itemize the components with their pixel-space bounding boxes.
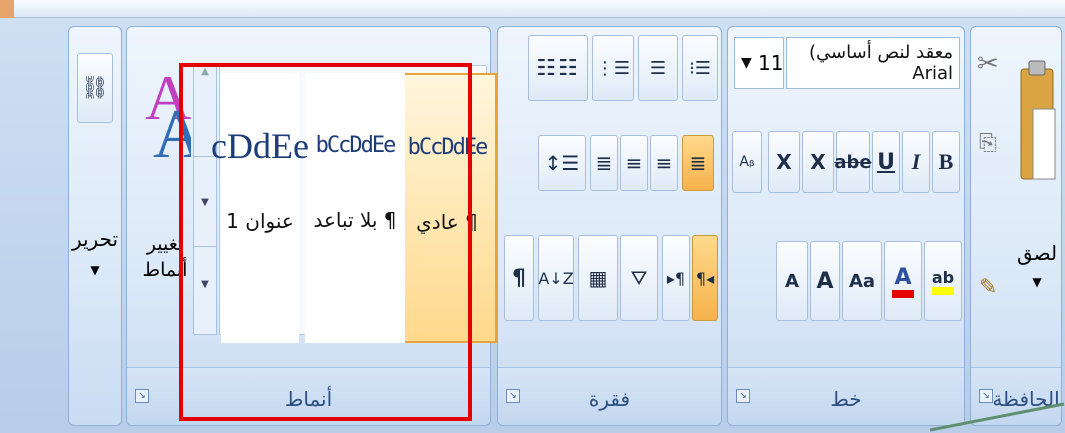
clear-format-icon: Aᵦ	[739, 154, 755, 170]
highlighter-icon: ab	[931, 267, 955, 287]
editing-label[interactable]: تحرير	[69, 227, 121, 251]
underline-button[interactable]: U	[872, 131, 900, 193]
superscript-icon: X	[776, 150, 792, 174]
grow-font-button[interactable]: A	[810, 241, 840, 321]
sort-button[interactable]: A↓Z	[538, 235, 574, 321]
styles-footer: ↘ أنماط	[127, 367, 490, 425]
sort-az-icon: A↓Z	[538, 268, 574, 288]
ltr-icon: ▸¶	[666, 268, 686, 288]
font-footer: ↘ خط	[728, 367, 964, 425]
font-color-button[interactable]: A	[884, 241, 922, 321]
underline-icon: U	[877, 149, 895, 175]
borders-icon: ▦	[588, 266, 608, 290]
numbering-icon: ☰	[649, 57, 667, 79]
align-right-button[interactable]: ≣	[682, 135, 714, 191]
subscript-icon: X	[810, 150, 826, 174]
bold-icon: B	[938, 149, 954, 174]
paragraph-footer: ↘ فقرة	[498, 367, 721, 425]
distributed-icon: ☷☷	[536, 55, 580, 81]
align-left-button[interactable]: ≡	[620, 135, 648, 191]
change-case-icon: Aa	[848, 270, 876, 292]
line-spacing-icon: ↕☰	[544, 151, 580, 175]
ltr-button[interactable]: ▸¶	[662, 235, 690, 321]
style-preview: bCcDdEe	[315, 133, 397, 158]
style-tile-normal[interactable]: bCcDdEe ¶ عادي	[397, 73, 497, 343]
align-right-icon: ≣	[689, 151, 707, 175]
style-preview: cDdEe	[211, 126, 309, 166]
pilcrow-icon: ¶	[512, 265, 526, 291]
multilevel-list-icon: ⋮☰	[595, 57, 631, 79]
line-spacing-button[interactable]: ↕☰	[538, 135, 586, 191]
numbering-button[interactable]: ☰	[638, 35, 678, 101]
show-hide-button[interactable]: ¶	[504, 235, 534, 321]
shading-button[interactable]: ⛛	[620, 235, 658, 321]
clear-formatting-button[interactable]: Aᵦ	[732, 131, 762, 193]
style-tile-no-spacing[interactable]: bCcDdEe ¶ بلا تباعد	[305, 73, 405, 343]
style-tile-heading1[interactable]: cDdEe عنوان 1	[211, 73, 309, 343]
bullets-icon: ⁝☰	[689, 57, 711, 79]
paragraph-group-label: فقرة	[588, 387, 631, 411]
editing-group: ⛓ تحرير ▼	[68, 26, 122, 426]
window-accent	[0, 0, 14, 18]
rtl-button[interactable]: ¶◂	[692, 235, 718, 321]
text-direction-buttons[interactable]: ☷☷	[528, 35, 588, 101]
font-color-icon: A	[894, 264, 912, 290]
shading-icon: ⛛	[630, 266, 648, 290]
subscript-button[interactable]: X	[802, 131, 834, 193]
multilevel-list-button[interactable]: ⋮☰	[592, 35, 634, 101]
change-styles-icon[interactable]: A A	[137, 49, 204, 173]
center-button[interactable]: ≡	[650, 135, 678, 191]
svg-text:A: A	[153, 96, 191, 159]
borders-button[interactable]: ▦	[578, 235, 618, 321]
font-name-field[interactable]: معقد لنص أساسي) Arial	[786, 37, 960, 89]
change-case-button[interactable]: Aa	[842, 241, 882, 321]
font-group-label: خط	[830, 387, 862, 411]
style-preview: bCcDdEe	[407, 135, 489, 160]
annotation-line	[930, 402, 1065, 432]
font-name-value: معقد لنص أساسي) Arial	[809, 42, 953, 84]
bold-button[interactable]: B	[932, 131, 960, 193]
cut-icon[interactable]: ✂	[977, 49, 1007, 89]
superscript-button[interactable]: X	[768, 131, 800, 193]
italic-button[interactable]: I	[902, 131, 930, 193]
highlight-button[interactable]: ab	[924, 241, 962, 321]
shrink-font-icon: A	[785, 270, 799, 292]
paste-dropdown-icon[interactable]: ▼	[1015, 275, 1059, 289]
strikethrough-icon: abe	[834, 151, 872, 173]
gallery-more-icon[interactable]: ▼	[194, 246, 216, 334]
italic-icon: I	[911, 149, 921, 174]
clipboard-group: ✂ ⎘ ✎ لصق ▼ ↘ الحافظة	[970, 26, 1062, 426]
binoculars-icon: ⛓	[81, 75, 109, 101]
justify-icon: ≣	[595, 151, 613, 175]
rtl-icon: ¶◂	[695, 268, 715, 288]
align-center-icon: ≡	[655, 151, 673, 175]
editing-dropdown-icon[interactable]: ▼	[69, 263, 121, 277]
font-size-value[interactable]: 11	[758, 51, 783, 75]
styles-group-label: أنماط	[284, 387, 333, 411]
justify-button[interactable]: ≣	[590, 135, 618, 191]
grow-font-icon: A	[816, 268, 834, 294]
style-name: ¶ عادي	[416, 210, 478, 234]
change-styles-label[interactable]: تغيير أنماط	[135, 231, 195, 283]
highlight-color-bar	[932, 286, 954, 295]
font-group: ▼ معقد لنص أساسي) Arial 11 Aᵦ X X abe U …	[727, 26, 965, 426]
shrink-font-button[interactable]: A	[776, 241, 808, 321]
format-painter-icon[interactable]: ✎	[979, 275, 1009, 315]
paste-icon[interactable]	[1015, 49, 1059, 189]
strikethrough-button[interactable]: abe	[834, 131, 872, 193]
style-name: عنوان 1	[226, 209, 294, 233]
scroll-down-icon[interactable]: ▼	[194, 156, 216, 246]
paragraph-group: ☷☷ ⋮☰ ☰ ⁝☰ ↕☰ ≣ ≡ ≡ ≣ ¶ A↓Z ▦ ⛛ ▸¶ ¶◂ ↘ …	[497, 26, 722, 426]
styles-group: A A تغيير أنماط ▲ ▼ ▼ bCcDdEe ¶ عادي bCc…	[126, 26, 497, 426]
styles-gallery-scroll[interactable]: ▲ ▼ ▼	[193, 65, 217, 335]
find-button[interactable]: ⛓	[77, 53, 113, 123]
paste-label[interactable]: لصق	[1015, 241, 1059, 265]
align-left-icon: ≡	[625, 151, 643, 175]
bullets-button[interactable]: ⁝☰	[682, 35, 718, 101]
style-name: ¶ بلا تباعد	[313, 208, 397, 232]
ribbon-top-strip	[0, 0, 1065, 18]
copy-icon[interactable]: ⎘	[979, 131, 1009, 171]
font-color-bar	[892, 289, 914, 298]
